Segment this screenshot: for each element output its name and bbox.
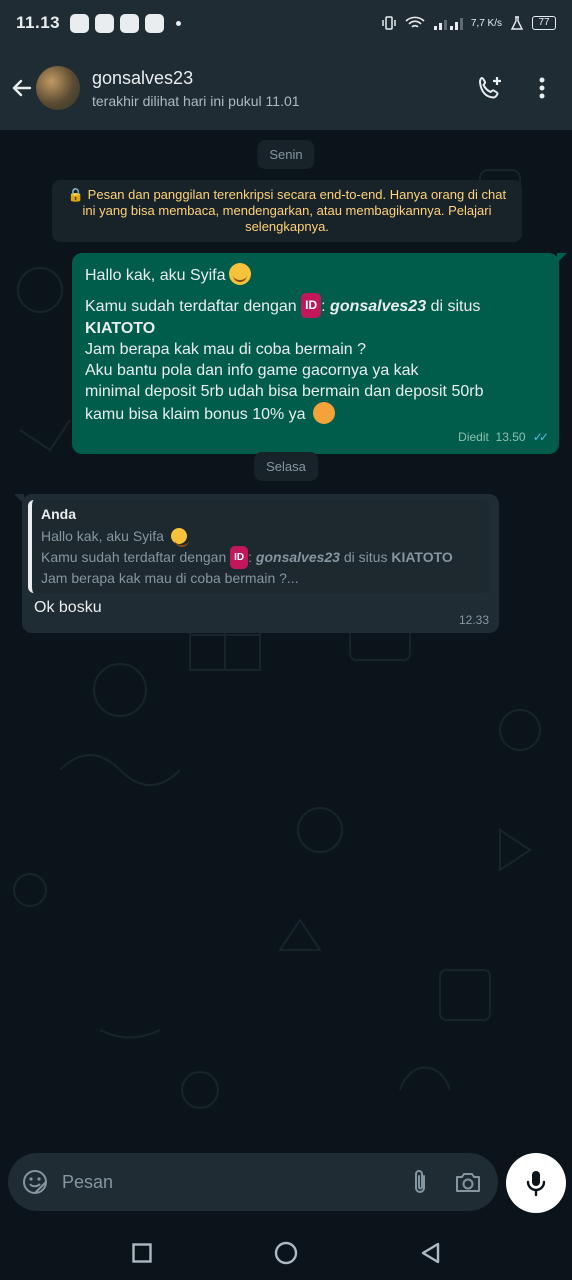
- attach-button[interactable]: [396, 1158, 444, 1206]
- recents-button[interactable]: [117, 1230, 167, 1276]
- notification-icon: [145, 13, 165, 33]
- contact-info[interactable]: gonsalves23 terakhir dilihat hari ini pu…: [92, 68, 468, 109]
- message-composer: [0, 1140, 572, 1226]
- battery-indicator: 77: [532, 16, 556, 30]
- message-line: kamu bisa klaim bonus 10% ya: [85, 402, 545, 425]
- more-notifications-dot-icon: [176, 20, 182, 26]
- message-line: Hallo kak, aku Syifa: [85, 263, 545, 286]
- chat-area[interactable]: Senin 🔒 Pesan dan panggilan terenkripsi …: [0, 130, 572, 1140]
- circle-icon: [274, 1241, 298, 1265]
- encryption-notice[interactable]: 🔒 Pesan dan panggilan terenkripsi secara…: [52, 180, 522, 242]
- vibrate-icon: [382, 16, 396, 30]
- quote-author: Anda: [41, 506, 76, 522]
- smiling-emoji-icon: [228, 263, 251, 285]
- edited-label: Diedit: [458, 430, 489, 444]
- registered-text: Kamu sudah terdaftar dengan: [85, 298, 297, 315]
- quote-registered-text: Kamu sudah terdaftar dengan: [41, 549, 227, 565]
- last-seen: terakhir dilihat hari ini pukul 11.01: [92, 92, 300, 109]
- notification-icon: [70, 13, 90, 33]
- home-button[interactable]: [261, 1230, 311, 1276]
- flask-icon: [510, 16, 524, 30]
- wifi-icon: [405, 16, 425, 28]
- add-call-button[interactable]: [468, 66, 512, 110]
- message-meta: Diedit 13.50 ✓✓: [85, 427, 549, 448]
- more-vertical-icon: [539, 77, 545, 99]
- message-input[interactable]: [58, 1171, 396, 1193]
- avatar[interactable]: [36, 66, 80, 110]
- status-bar: 11.13 7,7 K/s 77: [0, 0, 572, 46]
- phone-add-icon: [478, 76, 501, 99]
- quote-site-prefix: di situs: [343, 549, 388, 565]
- message-line: Jam berapa kak mau di coba bermain ?: [85, 341, 367, 358]
- notification-icon: [120, 13, 140, 33]
- hearts-face-emoji-icon: [313, 402, 336, 424]
- id-badge-icon: ID: [301, 293, 322, 318]
- date-separator: Senin: [257, 140, 315, 169]
- smiling-emoji-icon: [170, 528, 189, 547]
- message-time: 13.50: [495, 430, 526, 444]
- sticker-icon: [23, 1169, 48, 1194]
- quote-username: gonsalves23: [255, 549, 340, 565]
- notification-icon: [95, 13, 115, 33]
- bonus-text: kamu bisa klaim bonus 10% ya: [85, 406, 306, 423]
- camera-icon: [456, 1173, 480, 1192]
- chat-header: gonsalves23 terakhir dilihat hari ini pu…: [0, 46, 572, 130]
- square-icon: [132, 1243, 152, 1263]
- quote-line: Kamu sudah terdaftar dengan ID: gonsalve…: [41, 546, 480, 569]
- camera-button[interactable]: [444, 1158, 492, 1206]
- read-ticks-icon: ✓✓: [532, 430, 549, 444]
- quote-line: Jam berapa kak mau di coba bermain ?...: [41, 570, 299, 586]
- contact-name: gonsalves23: [92, 67, 194, 88]
- input-pill: [8, 1153, 498, 1211]
- status-time: 11.13: [16, 13, 61, 32]
- status-right: 7,7 K/s 77: [381, 16, 556, 30]
- quoted-message[interactable]: Anda Hallo kak, aku Syifa Kamu sudah ter…: [28, 500, 489, 593]
- microphone-icon: [526, 1171, 546, 1197]
- quote-greeting: Hallo kak, aku Syifa: [41, 528, 164, 544]
- message-line: minimal deposit 5rb udah bisa bermain da…: [85, 383, 484, 400]
- id-badge-icon: ID: [230, 546, 249, 569]
- back-nav-button[interactable]: [405, 1230, 455, 1276]
- quote-line: Hallo kak, aku Syifa: [41, 527, 480, 547]
- more-options-button[interactable]: [520, 66, 564, 110]
- signal-icon: [433, 18, 463, 30]
- quote-site: KIATOTO: [391, 549, 453, 565]
- notification-icons: [70, 13, 182, 33]
- paperclip-icon: [415, 1170, 425, 1193]
- site-suffix-text: di situs: [430, 298, 481, 315]
- sticker-button[interactable]: [12, 1159, 58, 1205]
- voice-record-button[interactable]: [506, 1153, 566, 1213]
- message-line: Kamu sudah terdaftar dengan ID: gonsalve…: [85, 293, 545, 318]
- incoming-message[interactable]: Anda Hallo kak, aku Syifa Kamu sudah ter…: [14, 494, 499, 633]
- arrow-left-icon: [12, 79, 32, 97]
- date-separator: Selasa: [254, 452, 318, 481]
- greeting-text: Hallo kak, aku Syifa: [85, 267, 226, 284]
- message-line: Aku bantu pola dan info game gacornya ya…: [85, 362, 419, 379]
- system-navigation-bar: [0, 1226, 572, 1280]
- outgoing-message[interactable]: Hallo kak, aku Syifa Kamu sudah terdafta…: [72, 253, 567, 454]
- site-name: KIATOTO: [85, 320, 156, 337]
- username-text: gonsalves23: [330, 298, 427, 315]
- triangle-back-icon: [421, 1242, 440, 1264]
- network-speed: 7,7 K/s: [470, 17, 502, 29]
